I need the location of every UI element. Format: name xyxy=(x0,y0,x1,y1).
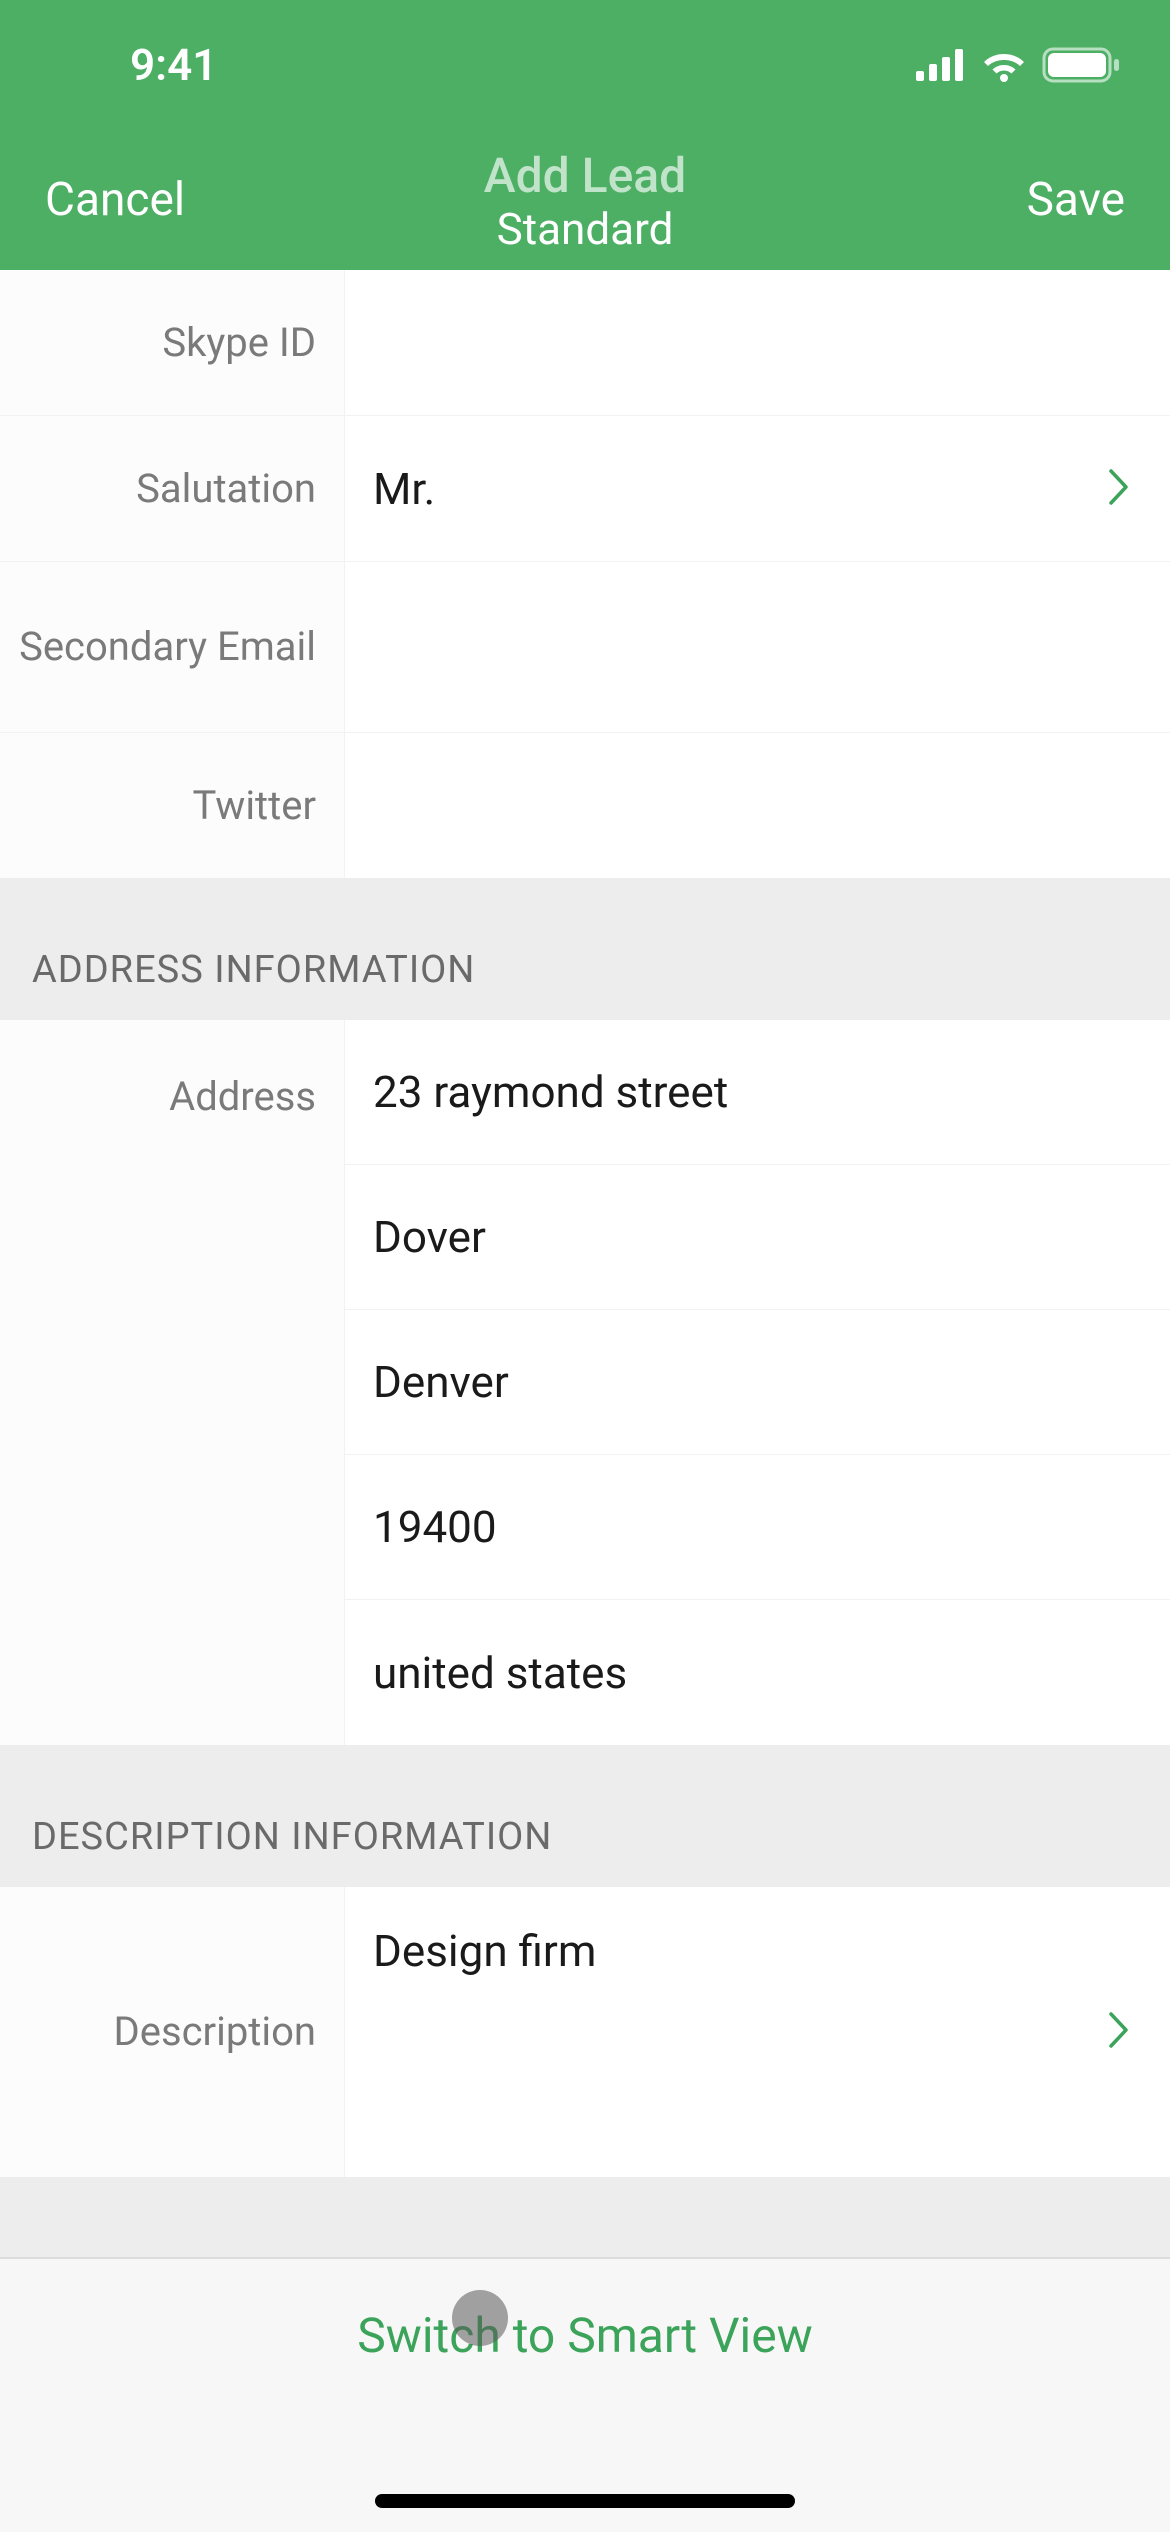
chevron-right-icon xyxy=(1108,2011,1130,2053)
address-street-field[interactable]: 23 raymond street xyxy=(345,1020,1170,1165)
address-country-field[interactable]: united states xyxy=(345,1600,1170,1745)
address-street-row[interactable]: Address 23 raymond street xyxy=(0,1020,1170,1165)
status-bar: 9:41 xyxy=(0,0,1170,130)
navigation-bar: Cancel Save xyxy=(0,130,1170,270)
address-label: Address xyxy=(169,1072,316,1122)
twitter-field[interactable] xyxy=(345,733,1170,878)
row-label-area xyxy=(0,1310,345,1455)
address-section: Address 23 raymond street Dover Denver 1… xyxy=(0,1020,1170,1745)
row-label-area xyxy=(0,1165,345,1310)
salutation-field[interactable]: Mr. xyxy=(345,416,1170,561)
home-indicator[interactable] xyxy=(375,2494,795,2508)
wifi-icon xyxy=(980,48,1028,82)
description-section: Description Design firm xyxy=(0,1887,1170,2177)
address-zip-field[interactable]: 19400 xyxy=(345,1455,1170,1600)
chevron-right-icon xyxy=(1108,468,1130,510)
description-row[interactable]: Description Design firm xyxy=(0,1887,1170,2177)
secondary-email-field[interactable] xyxy=(345,562,1170,732)
row-label-area: Twitter xyxy=(0,733,345,878)
salutation-value: Mr. xyxy=(373,463,435,515)
address-city-field[interactable]: Dover xyxy=(345,1165,1170,1310)
twitter-label: Twitter xyxy=(193,781,316,831)
address-zip-row[interactable]: 19400 xyxy=(0,1455,1170,1600)
address-state-row[interactable]: Denver xyxy=(0,1310,1170,1455)
status-indicators xyxy=(916,47,1120,83)
row-label-area: Address xyxy=(0,1020,345,1165)
row-label-area xyxy=(0,1455,345,1600)
row-label-area: Skype ID xyxy=(0,270,345,415)
battery-icon xyxy=(1042,47,1120,83)
address-state-field[interactable]: Denver xyxy=(345,1310,1170,1455)
skype-id-row[interactable]: Skype ID xyxy=(0,270,1170,416)
switch-to-smart-view-button[interactable]: Switch to Smart View xyxy=(357,2307,812,2364)
row-label-area: Salutation xyxy=(0,416,345,561)
bottom-bar: Switch to Smart View xyxy=(0,2257,1170,2532)
address-state-value: Denver xyxy=(373,1356,509,1408)
secondary-email-row[interactable]: Secondary Email xyxy=(0,562,1170,733)
address-zip-value: 19400 xyxy=(373,1501,497,1553)
cancel-button[interactable]: Cancel xyxy=(45,173,185,227)
salutation-label: Salutation xyxy=(136,464,316,514)
status-time: 9:41 xyxy=(130,39,217,91)
address-city-value: Dover xyxy=(373,1211,486,1263)
row-label-area: Secondary Email xyxy=(0,562,345,732)
address-city-row[interactable]: Dover xyxy=(0,1165,1170,1310)
row-label-area: Description xyxy=(0,1887,345,2177)
address-country-row[interactable]: united states xyxy=(0,1600,1170,1745)
address-section-header: ADDRESS INFORMATION xyxy=(0,878,1170,1020)
address-country-value: united states xyxy=(373,1647,627,1699)
description-section-header: DESCRIPTION INFORMATION xyxy=(0,1745,1170,1887)
description-label: Description xyxy=(114,2007,317,2057)
twitter-row[interactable]: Twitter xyxy=(0,733,1170,878)
skype-id-field[interactable] xyxy=(345,270,1170,415)
description-value: Design firm xyxy=(373,1925,596,1977)
contact-fields-section: Skype ID Salutation Mr. Secondary Email … xyxy=(0,270,1170,878)
cellular-signal-icon xyxy=(916,49,966,81)
description-field[interactable]: Design firm xyxy=(345,1887,1170,2177)
secondary-email-label: Secondary Email xyxy=(19,622,316,672)
address-street-value: 23 raymond street xyxy=(373,1066,728,1118)
salutation-row[interactable]: Salutation Mr. xyxy=(0,416,1170,562)
save-button[interactable]: Save xyxy=(1027,173,1125,227)
skype-id-label: Skype ID xyxy=(162,318,316,368)
row-label-area xyxy=(0,1600,345,1745)
